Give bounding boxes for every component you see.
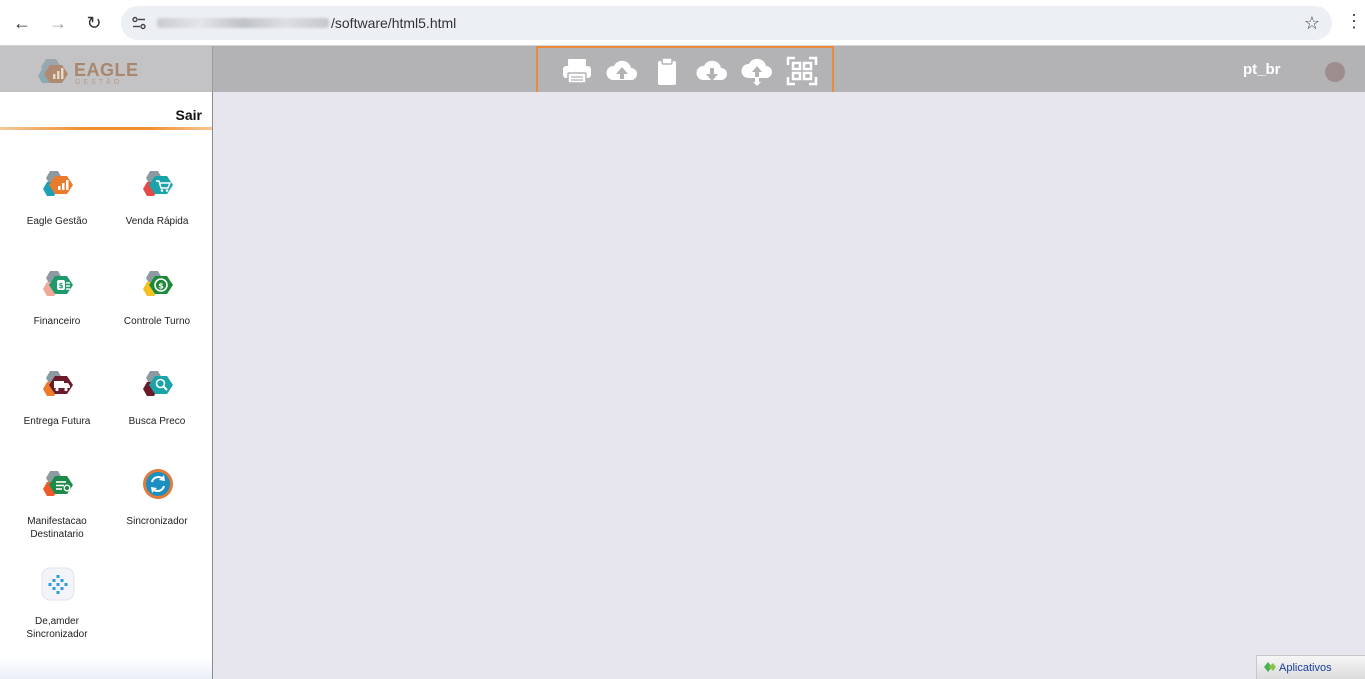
site-settings-icon[interactable] (131, 15, 147, 31)
sidebar: Sair Eagle Gestão Venda Rápida $ Finance (0, 92, 213, 679)
reload-icon[interactable]: ↻ (82, 11, 106, 35)
apps-label: Aplicativos (1279, 662, 1332, 674)
controle-turno-icon: $ (143, 271, 173, 296)
workspace (213, 92, 1365, 679)
address-bar[interactable]: /software/html5.html ☆ (121, 6, 1332, 40)
app-de-amder-sincronizador[interactable]: De,amder Sincronizador (7, 567, 107, 657)
app-manifestacao-destinatario[interactable]: Manifestacao Destinatario (7, 467, 107, 557)
app-entrega-futura[interactable]: Entrega Futura (7, 367, 107, 457)
financeiro-icon: $ (43, 271, 73, 296)
app-financeiro[interactable]: $ Financeiro (7, 267, 107, 357)
app-label: Venda Rápida (125, 216, 189, 227)
kebab-icon[interactable]: ⋮ (1345, 11, 1363, 32)
app-busca-preco[interactable]: Busca Preco (107, 367, 207, 457)
browser-toolbar: ← → ↻ /software/html5.html ☆ ⋮ (0, 0, 1365, 46)
svg-text:$: $ (59, 282, 64, 290)
app-label: De,amder Sincronizador (26, 616, 88, 640)
cloud-download-icon[interactable] (689, 54, 734, 88)
busca-preco-icon (143, 371, 173, 396)
app-label: Sincronizador (126, 516, 188, 527)
app-label: Eagle Gestão (26, 216, 88, 227)
status-indicator[interactable] (1325, 62, 1345, 82)
app-sincronizador[interactable]: Sincronizador (107, 467, 207, 557)
logout-button[interactable]: Sair (176, 107, 202, 123)
manifestacao-icon (43, 471, 73, 496)
sincronizador-icon (143, 469, 173, 499)
eagle-logo-icon (38, 59, 68, 83)
arrow-left-icon[interactable]: ← (10, 11, 34, 35)
scan-icon[interactable] (779, 54, 824, 88)
toolbar (536, 46, 834, 95)
app-label: Financeiro (33, 316, 81, 327)
app-controle-turno[interactable]: $ Controle Turno (107, 267, 207, 357)
entrega-futura-icon (43, 371, 73, 396)
app-label: Controle Turno (123, 316, 191, 327)
app-header: EAGLE GESTÃO ^ pt_br (0, 46, 1365, 105)
eagle-gestao-icon (43, 171, 73, 196)
apps-icon (1264, 662, 1276, 672)
divider (0, 127, 212, 130)
app-label: Manifestacao Destinatario (27, 516, 87, 540)
arrow-right-icon[interactable]: → (46, 11, 70, 35)
svg-text:$: $ (158, 282, 164, 291)
print-icon[interactable] (554, 54, 599, 88)
de-amder-sincronizador-icon (41, 567, 75, 601)
cloud-sync-icon[interactable] (734, 54, 779, 88)
locale-label[interactable]: pt_br (1243, 61, 1281, 78)
logo: EAGLE GESTÃO (0, 46, 213, 92)
app-label: Entrega Futura (23, 416, 91, 427)
venda-rapida-icon (143, 171, 173, 196)
star-icon[interactable]: ☆ (1304, 13, 1320, 34)
logo-name: EAGLE (74, 60, 139, 80)
app-eagle-gestao[interactable]: Eagle Gestão (7, 167, 107, 257)
apps-taskbar-button[interactable]: Aplicativos (1256, 655, 1365, 679)
sidebar-footer (0, 657, 212, 679)
url-redacted (157, 18, 329, 28)
app-venda-rapida[interactable]: Venda Rápida (107, 167, 207, 257)
url-text: /software/html5.html (331, 15, 457, 31)
app-label: Busca Preco (128, 416, 186, 427)
clipboard-icon[interactable] (644, 54, 689, 88)
logo-tagline: GESTÃO (75, 79, 123, 86)
cloud-upload-icon[interactable] (599, 54, 644, 88)
